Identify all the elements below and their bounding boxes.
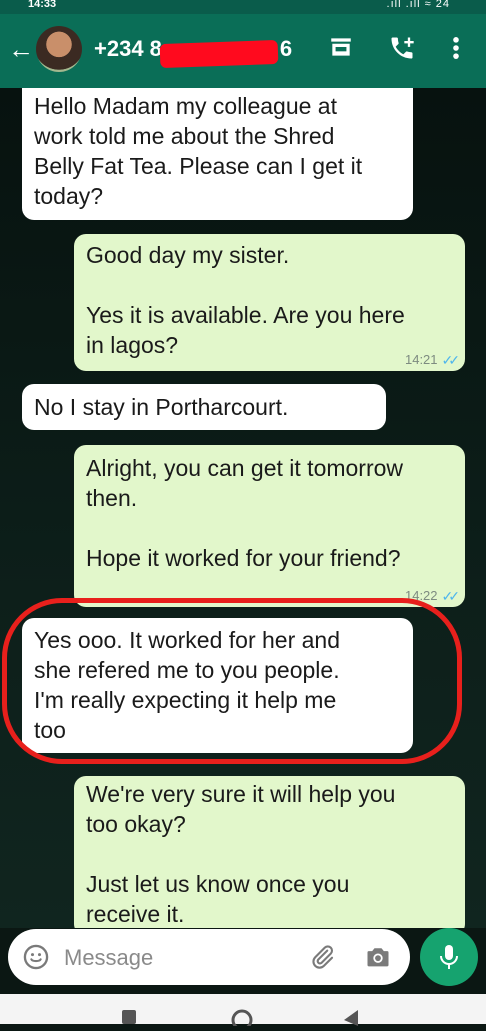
message-meta: 14:22 ✓✓ — [404, 588, 461, 604]
redaction-mark — [159, 39, 279, 69]
home-nav-icon[interactable] — [230, 1008, 254, 1031]
message-input[interactable] — [62, 939, 296, 977]
message-text: We're very sure it will help you too oka… — [86, 781, 396, 927]
back-nav-icon[interactable] — [340, 1008, 360, 1031]
message-bubble[interactable]: Alright, you can get it tomorrow then. H… — [74, 445, 465, 607]
message-time: 14:22 — [404, 588, 438, 603]
message-composer — [8, 929, 410, 985]
contact-number-suffix: 6 — [279, 36, 293, 61]
message-time: 14:21 — [404, 352, 438, 367]
mic-button[interactable] — [420, 928, 478, 986]
message-bubble[interactable]: Hello Madam my colleague at work told me… — [22, 88, 413, 220]
message-bubble[interactable]: Good day my sister. Yes it is available.… — [74, 234, 465, 371]
message-meta: 14:21 ✓✓ — [404, 352, 461, 368]
message-bubble[interactable]: No I stay in Portharcourt. — [22, 384, 386, 430]
status-indicators: .ıll .ıll ≈ 24 — [386, 0, 450, 10]
camera-icon[interactable] — [364, 943, 392, 976]
status-time: 14:33 — [28, 0, 57, 10]
message-bubble[interactable]: We're very sure it will help you too oka… — [74, 776, 465, 928]
status-bar: 14:33 .ıll .ıll ≈ 24 — [0, 0, 486, 14]
more-vert-icon[interactable] — [446, 34, 466, 67]
system-nav-bar — [0, 994, 486, 1031]
emoji-icon[interactable] — [22, 943, 50, 976]
message-text: Good day my sister. Yes it is available.… — [86, 242, 405, 358]
avatar[interactable] — [36, 26, 82, 72]
store-icon[interactable] — [328, 34, 354, 65]
message-text: No I stay in Portharcourt. — [34, 394, 289, 420]
message-bubble[interactable]: Yes ooo. It worked for her and she refer… — [22, 618, 413, 753]
read-receipt-icon: ✓✓ — [441, 588, 461, 604]
read-receipt-icon: ✓✓ — [441, 352, 461, 368]
back-arrow-icon[interactable]: ← — [8, 36, 34, 62]
add-call-icon[interactable] — [388, 34, 416, 67]
message-text: Hello Madam my colleague at work told me… — [34, 93, 363, 209]
message-text: Alright, you can get it tomorrow then. H… — [86, 455, 404, 571]
chat-header: ← +234 8 6 — [0, 14, 486, 88]
message-text: Yes ooo. It worked for her and she refer… — [34, 627, 341, 743]
contact-number: +234 8 — [94, 36, 162, 61]
chat-area[interactable]: Hello Madam my colleague at work told me… — [0, 88, 486, 928]
attach-icon[interactable] — [308, 943, 336, 976]
recents-nav-icon[interactable] — [120, 1008, 138, 1031]
mic-icon — [440, 945, 458, 969]
